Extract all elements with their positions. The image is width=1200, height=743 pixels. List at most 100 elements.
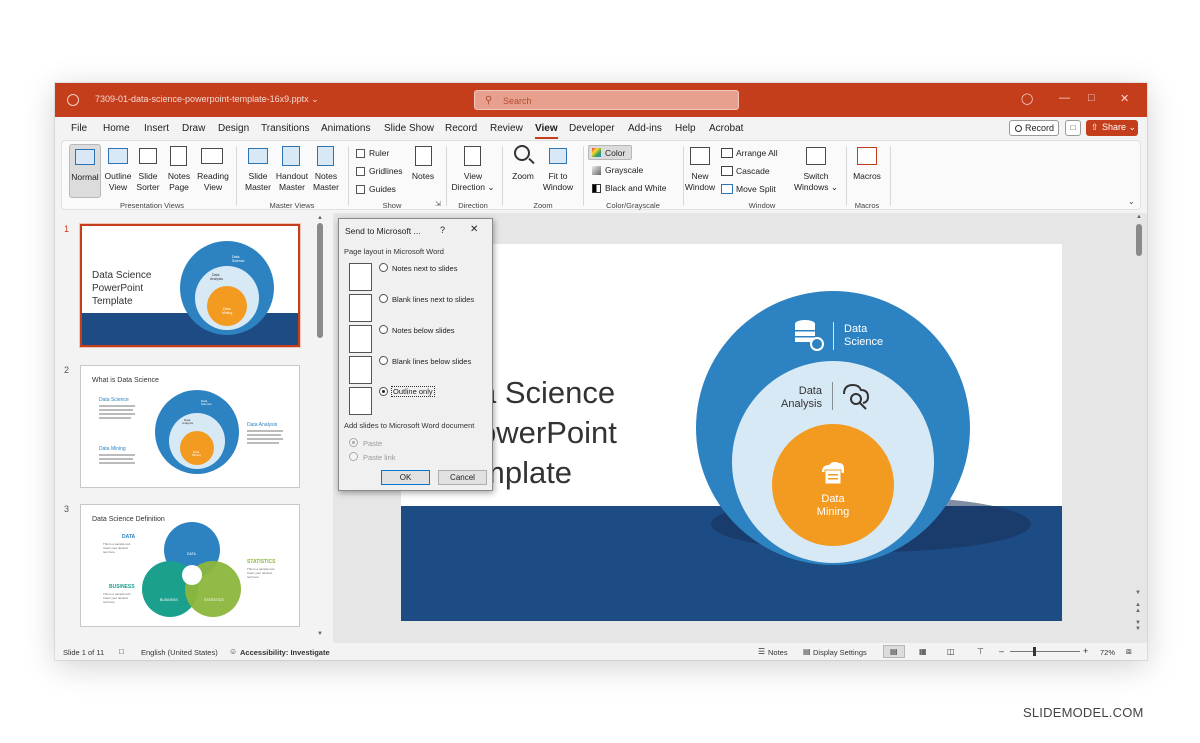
- svg-text:text here.: text here.: [103, 550, 116, 554]
- scroll-down-icon[interactable]: ▼: [317, 631, 323, 637]
- title-bar: 7309-01-data-science-powerpoint-template…: [55, 83, 1147, 117]
- ribbon-divider: [446, 146, 447, 206]
- tab-insert[interactable]: Insert: [144, 123, 169, 134]
- close-icon[interactable]: ✕: [1120, 92, 1129, 105]
- new-window-label: New Window: [684, 171, 716, 192]
- accessibility-icon: ☺: [229, 647, 238, 656]
- notes-below-slides-label[interactable]: Notes below slides: [392, 326, 455, 335]
- collapse-ribbon-icon[interactable]: ⌄: [1128, 197, 1135, 206]
- tab-draw[interactable]: Draw: [182, 123, 205, 134]
- accessibility-status[interactable]: Accessibility: Investigate: [240, 648, 330, 657]
- zoom-out-icon[interactable]: –: [999, 646, 1004, 656]
- zoom-in-icon[interactable]: +: [1083, 646, 1088, 656]
- ok-button[interactable]: OK: [381, 470, 430, 485]
- outline-only-label[interactable]: Outline only: [391, 386, 435, 397]
- tab-view[interactable]: View: [535, 123, 558, 139]
- cancel-button[interactable]: Cancel: [438, 470, 487, 485]
- slide-sorter-status-icon[interactable]: ▦: [919, 647, 927, 656]
- zoom-slider-track[interactable]: [1010, 651, 1080, 652]
- handout-master-icon: [282, 146, 300, 166]
- data-mining-label-1: Data: [821, 493, 845, 505]
- notes-next-to-slides-radio[interactable]: [379, 263, 388, 272]
- record-button[interactable]: Record: [1009, 120, 1059, 136]
- zoom-level[interactable]: 72%: [1100, 648, 1115, 657]
- svg-text:Science: Science: [201, 402, 212, 406]
- tab-acrobat[interactable]: Acrobat: [709, 123, 743, 134]
- document-title[interactable]: 7309-01-data-science-powerpoint-template…: [95, 94, 319, 105]
- thumbnail-scrollbar[interactable]: [317, 223, 323, 338]
- notes-next-to-slides-label[interactable]: Notes next to slides: [392, 264, 457, 273]
- blank-lines-below-slides-radio[interactable]: [379, 356, 388, 365]
- language-indicator[interactable]: English (United States): [141, 648, 218, 657]
- black-and-white-icon: [592, 184, 601, 193]
- spelling-check-icon[interactable]: □: [119, 647, 124, 656]
- minimize-icon[interactable]: —: [1059, 92, 1070, 104]
- restore-icon[interactable]: □: [1088, 92, 1095, 104]
- powerpoint-window: 7309-01-data-science-powerpoint-template…: [55, 83, 1147, 660]
- lightbulb-icon[interactable]: ◯: [1021, 92, 1033, 105]
- close-icon[interactable]: ✕: [470, 224, 478, 235]
- svg-text:text here.: text here.: [247, 575, 260, 579]
- svg-text:STATISTICS: STATISTICS: [204, 598, 224, 602]
- notes-master-icon: [317, 146, 334, 166]
- cascade-icon: [721, 166, 733, 176]
- slide-thumbnail-3[interactable]: Data Science Definition DATA This is a s…: [80, 504, 300, 627]
- tab-home[interactable]: Home: [103, 123, 130, 134]
- fit-slide-icon[interactable]: ⧈: [1126, 646, 1132, 657]
- master-views-group-label: Master Views: [269, 201, 315, 210]
- zoom-label: Zoom: [512, 171, 534, 181]
- share-button[interactable]: ⇧ Share ⌄: [1086, 120, 1138, 136]
- blank-lines-next-to-slides-label[interactable]: Blank lines next to slides: [392, 295, 474, 304]
- slide-thumbnail-2[interactable]: What is Data Science Data Science Data M…: [80, 365, 300, 488]
- data-analysis-label-1: Data: [799, 385, 823, 397]
- ruler-checkbox[interactable]: [356, 149, 365, 158]
- search-box[interactable]: ⚲ Search: [474, 90, 739, 110]
- dialog-launcher-icon[interactable]: ⇲: [435, 200, 441, 208]
- svg-text:PowerPoint: PowerPoint: [92, 283, 143, 294]
- scroll-up-icon[interactable]: ▲: [317, 215, 323, 221]
- comments-icon[interactable]: □: [1065, 120, 1081, 136]
- notes-below-slides-radio[interactable]: [379, 325, 388, 334]
- slide-show-status-icon[interactable]: ⊤: [977, 647, 984, 656]
- svg-text:BUSINESS: BUSINESS: [160, 598, 178, 602]
- blank-lines-below-slides-preview: [349, 356, 372, 384]
- tab-add-ins[interactable]: Add-ins: [628, 123, 662, 134]
- zoom-icon-handle: [528, 157, 535, 165]
- outline-view-label: Outline View: [104, 171, 132, 192]
- tab-file[interactable]: File: [71, 123, 87, 134]
- fit-to-window-icon: [549, 148, 567, 164]
- tab-help[interactable]: Help: [675, 123, 696, 134]
- main-slide-canvas[interactable]: a Science owerPoint mplate Data Science …: [401, 244, 1062, 621]
- editor-scrollbar[interactable]: [1136, 224, 1142, 256]
- tab-slide-show[interactable]: Slide Show: [384, 123, 434, 134]
- tab-animations[interactable]: Animations: [321, 123, 370, 134]
- paste-link-radio[interactable]: [349, 452, 358, 461]
- svg-text:Data Science: Data Science: [99, 397, 129, 403]
- handout-master-label: Handout Master: [275, 171, 309, 192]
- tab-review[interactable]: Review: [490, 123, 523, 134]
- paste-radio[interactable]: [349, 438, 358, 447]
- notes-toggle[interactable]: Notes: [768, 648, 788, 657]
- zoom-slider-thumb[interactable]: [1033, 647, 1036, 656]
- blank-lines-below-slides-label[interactable]: Blank lines below slides: [392, 357, 471, 366]
- color-button[interactable]: Color: [588, 145, 632, 160]
- previous-slide-icon[interactable]: ▲ ▲: [1135, 602, 1141, 614]
- tab-record[interactable]: Record: [445, 123, 477, 134]
- editor-scroll-up-icon[interactable]: ▲: [1136, 214, 1142, 220]
- reading-view-status-icon[interactable]: ◫: [947, 647, 955, 656]
- outline-only-radio[interactable]: [379, 387, 388, 396]
- slide-thumbnail-1[interactable]: Data Science PowerPoint Template Data Sc…: [80, 224, 300, 347]
- display-settings-button[interactable]: Display Settings: [813, 648, 867, 657]
- tab-design[interactable]: Design: [218, 123, 249, 134]
- tab-transitions[interactable]: Transitions: [261, 123, 310, 134]
- help-icon[interactable]: ?: [440, 225, 445, 235]
- gridlines-checkbox[interactable]: [356, 167, 365, 176]
- blank-lines-next-to-slides-radio[interactable]: [379, 294, 388, 303]
- editor-scroll-down-icon[interactable]: ▼: [1135, 590, 1141, 596]
- normal-view-button[interactable]: Normal: [69, 144, 101, 198]
- next-slide-icon[interactable]: ▼ ▼: [1135, 620, 1141, 632]
- svg-text:Mining: Mining: [192, 453, 201, 457]
- tab-developer[interactable]: Developer: [569, 123, 615, 134]
- guides-checkbox[interactable]: [356, 185, 365, 194]
- slide-master-label: Slide Master: [245, 171, 271, 192]
